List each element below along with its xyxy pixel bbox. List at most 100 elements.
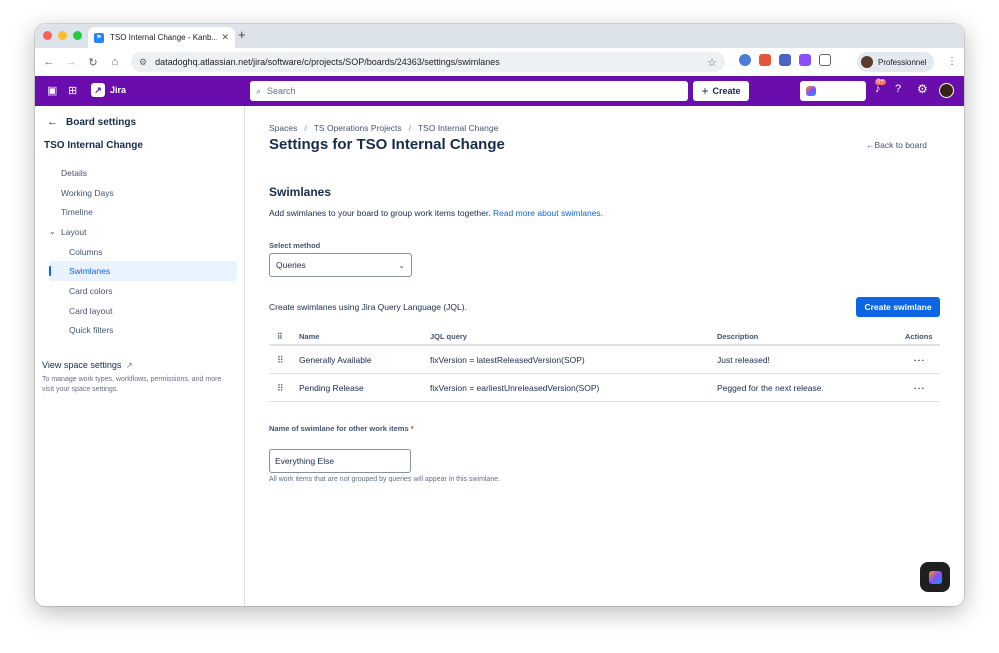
select-method-dropdown[interactable]: Queries ⌄: [269, 253, 412, 277]
breadcrumb-spaces[interactable]: Spaces: [269, 123, 297, 133]
sidebar-active-indicator: [49, 266, 51, 276]
rovo-chat-button[interactable]: [920, 562, 950, 592]
read-more-link[interactable]: Read more about swimlanes.: [493, 208, 603, 218]
create-button[interactable]: + Create: [693, 81, 749, 101]
back-arrow-icon: ←: [47, 116, 58, 128]
view-space-settings-link[interactable]: View space settings ↗: [42, 360, 133, 370]
breadcrumb-space[interactable]: TS Operations Projects: [314, 123, 402, 133]
user-avatar[interactable]: [939, 83, 954, 98]
more-actions-icon[interactable]: ···: [914, 355, 926, 365]
extension-icon[interactable]: [739, 54, 751, 66]
chevron-down-icon: ⌄: [398, 260, 405, 270]
intro-body: Add swimlanes to your board to group wor…: [269, 208, 493, 218]
intro-text: Add swimlanes to your board to group wor…: [269, 208, 603, 218]
swimlane-name[interactable]: Generally Available: [299, 355, 372, 365]
site-info-icon[interactable]: ⚙: [139, 57, 147, 68]
create-label: Create: [712, 86, 741, 96]
search-input[interactable]: ⌕ Search: [250, 81, 688, 101]
select-method-label: Select method: [269, 241, 321, 250]
other-swimlane-help: All work items that are not grouped by q…: [269, 476, 501, 483]
app-switcher-icon[interactable]: ⊞: [68, 84, 77, 97]
create-swimlane-button[interactable]: Create swimlane: [856, 297, 940, 317]
swimlane-name[interactable]: Pending Release: [299, 383, 364, 393]
sidebar-item-timeline[interactable]: Timeline: [61, 207, 93, 217]
board-settings-back[interactable]: ← Board settings: [47, 116, 136, 128]
sidebar-item-working-days[interactable]: Working Days: [61, 188, 114, 198]
sidebar-item-columns[interactable]: Columns: [69, 247, 103, 257]
gear-icon[interactable]: ⚙: [917, 82, 928, 96]
space-settings-description: To manage work types, workflows, permiss…: [42, 376, 222, 393]
section-title: Swimlanes: [269, 185, 332, 199]
sidebar-item-layout[interactable]: Layout: [61, 227, 87, 237]
jql-description: Create swimlanes using Jira Query Langua…: [269, 302, 467, 312]
extension-icon[interactable]: [799, 54, 811, 66]
bookmark-star-icon[interactable]: ☆: [707, 56, 717, 69]
tab-strip: ⚑ TSO Internal Change - Kanb... ✕ +: [35, 24, 964, 48]
table-header: ⠿ Name JQL query Description Actions: [269, 326, 940, 346]
sidebar-item-details[interactable]: Details: [61, 168, 87, 178]
header-actions: Actions: [905, 332, 933, 341]
page-title: Settings for TSO Internal Change: [269, 136, 505, 153]
sidebar-item-card-colors[interactable]: Card colors: [69, 286, 112, 296]
select-method-value: Queries: [276, 260, 306, 270]
settings-sidebar: ← Board settings TSO Internal Change Det…: [35, 106, 245, 606]
extension-icon[interactable]: [759, 54, 771, 66]
browser-tab[interactable]: ⚑ TSO Internal Change - Kanb... ✕: [88, 27, 235, 48]
chevron-down-icon[interactable]: ⌄: [49, 227, 56, 236]
extension-icon[interactable]: [779, 54, 791, 66]
swimlanes-table: ⠿ Name JQL query Description Actions ⠿ G…: [269, 326, 940, 402]
header-jql: JQL query: [430, 332, 467, 341]
profile-chip[interactable]: Professionnel: [857, 52, 935, 72]
rovo-icon: [928, 570, 942, 584]
new-tab-button[interactable]: +: [238, 27, 246, 42]
header-description: Description: [717, 332, 759, 341]
breadcrumb-separator: /: [304, 123, 307, 133]
table-row: ⠿ Pending Release fixVersion = earliestU…: [269, 374, 940, 402]
back-arrow-icon[interactable]: ←: [38, 56, 60, 68]
reload-icon[interactable]: ↻: [82, 56, 104, 69]
close-tab-icon[interactable]: ✕: [221, 32, 229, 43]
drag-handle-icon[interactable]: ⠿: [277, 383, 284, 394]
external-link-icon: ↗: [125, 361, 133, 370]
jira-mark-icon: ↗: [91, 83, 105, 97]
drag-handle-icon[interactable]: ⠿: [277, 355, 284, 366]
rovo-button[interactable]: [800, 81, 866, 101]
other-swimlane-input[interactable]: Everything Else: [269, 449, 411, 473]
more-actions-icon[interactable]: ···: [914, 383, 926, 393]
board-settings-label: Board settings: [66, 116, 137, 128]
sidebar-item-swimlanes[interactable]: Swimlanes: [69, 266, 110, 276]
back-to-board-link[interactable]: ←Back to board: [866, 140, 927, 150]
jira-top-nav: ▣ ⊞ ↗ Jira ⌕ Search + Create ♪ 9+ ? ⚙: [35, 76, 964, 106]
help-icon[interactable]: ?: [895, 83, 901, 95]
other-swimlane-label: Name of swimlane for other work items *: [269, 424, 419, 434]
sidebar-toggle-icon[interactable]: ▣: [47, 84, 57, 97]
header-name: Name: [299, 332, 320, 341]
swimlane-description[interactable]: Pegged for the next release.: [717, 383, 824, 393]
minimize-window-button[interactable]: [58, 31, 67, 40]
drag-handle-icon: ⠿: [277, 332, 282, 341]
puzzle-icon[interactable]: [819, 54, 831, 66]
close-window-button[interactable]: [43, 31, 52, 40]
profile-name: Professionnel: [878, 57, 927, 67]
required-indicator: *: [410, 424, 414, 433]
other-swimlane-label-text: Name of swimlane for other work items: [269, 424, 409, 433]
breadcrumb-project[interactable]: TSO Internal Change: [418, 123, 498, 133]
tab-title: TSO Internal Change - Kanb...: [110, 33, 218, 42]
sidebar-item-quick-filters[interactable]: Quick filters: [69, 325, 113, 335]
swimlane-jql[interactable]: fixVersion = earliestUnreleasedVersion(S…: [430, 383, 599, 393]
home-icon[interactable]: ⌂: [104, 56, 126, 68]
forward-arrow-icon[interactable]: →: [60, 56, 82, 68]
swimlane-description[interactable]: Just released!: [717, 355, 770, 365]
rovo-icon: [806, 86, 816, 96]
profile-avatar: [861, 56, 873, 68]
project-name: TSO Internal Change: [44, 140, 143, 151]
browser-menu-icon[interactable]: ⋮: [947, 56, 957, 67]
table-row: ⠿ Generally Available fixVersion = lates…: [269, 346, 940, 374]
swimlane-jql[interactable]: fixVersion = latestReleasedVersion(SOP): [430, 355, 585, 365]
window-controls: [43, 31, 82, 40]
url-bar[interactable]: ⚙ datadoghq.atlassian.net/jira/software/…: [131, 52, 725, 72]
space-settings-label: View space settings: [42, 360, 122, 370]
maximize-window-button[interactable]: [73, 31, 82, 40]
jira-logo[interactable]: ↗ Jira: [91, 83, 126, 97]
sidebar-item-card-layout[interactable]: Card layout: [69, 306, 112, 316]
